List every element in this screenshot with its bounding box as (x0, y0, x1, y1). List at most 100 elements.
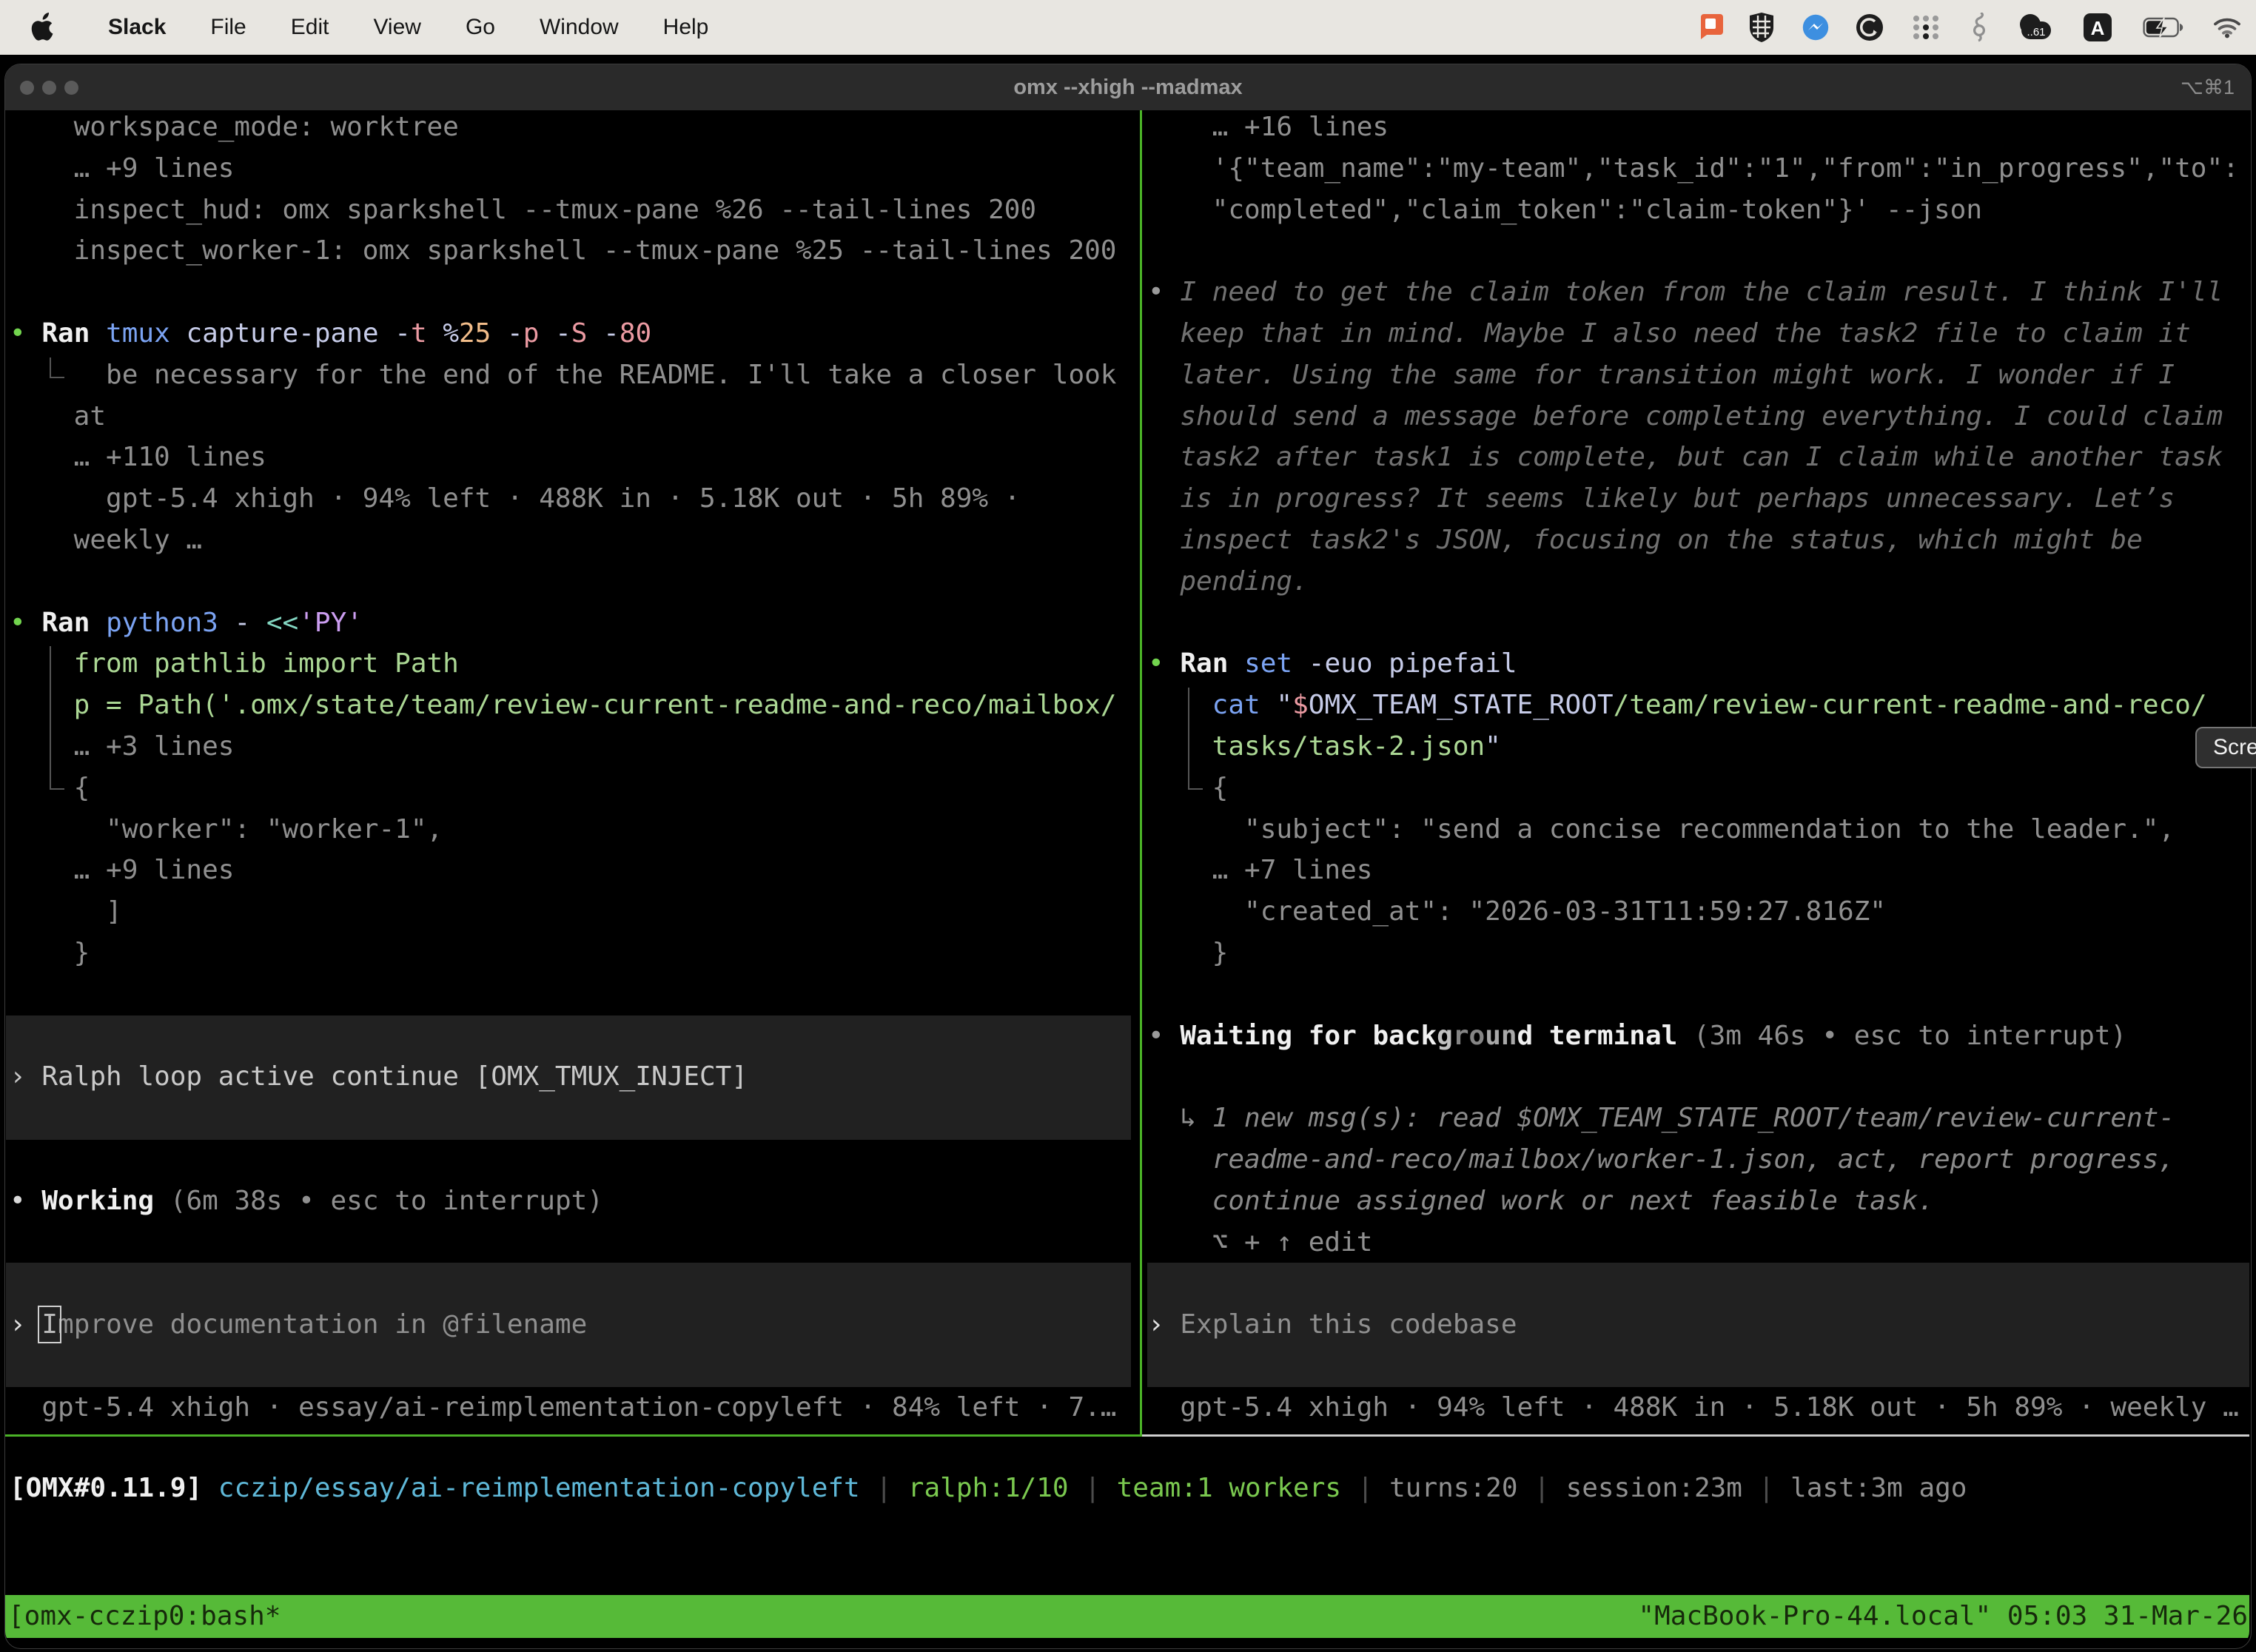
terminal-line: … +16 lines (1212, 110, 1389, 148)
window-title: omx --xhigh --madmax (5, 64, 2251, 110)
hud-segment-dim: | (1534, 1473, 1550, 1503)
tmux-pane-hud[interactable]: workspace_mode: worktree… +9 linesinspec… (5, 110, 1140, 1437)
terminal-line: • Waiting for background terminal (3m 46… (1148, 1015, 2126, 1057)
terminal-line: • Working (6m 38s • esc to interrupt) (10, 1181, 603, 1222)
grid-shield-icon[interactable] (1735, 13, 1788, 42)
terminal-segment-lavender: -euo pipefail (1309, 648, 1517, 679)
terminal-segment-fg: { (1212, 773, 1229, 803)
terminal-segment-dim_bullet: • (1148, 277, 1180, 307)
terminal-segment-fg (1292, 648, 1309, 679)
hud-segment-hudgreen: ralph:1/10 (908, 1473, 1069, 1503)
screen-share-pill[interactable]: Scre (2195, 727, 2256, 768)
hud-segment-fg (1774, 1473, 1790, 1503)
terminal-segment-think: task2 after task1 is complete, but can I… (1180, 442, 2223, 472)
messenger-badge-icon[interactable] (1788, 13, 1843, 41)
window-shortcut-hint: ⌥⌘1 (2181, 64, 2235, 110)
cloud-usage-icon[interactable]: ..61 (2003, 13, 2067, 42)
hud-segment-dim: | (876, 1473, 892, 1503)
terminal-line: continue assigned work or next feasible … (1212, 1181, 1934, 1222)
terminal-line: • Ran set -euo pipefail (1148, 643, 1517, 685)
menu-app-name[interactable]: Slack (55, 15, 188, 40)
terminal-line: weekly … (74, 520, 202, 561)
menu-item-view[interactable]: View (351, 15, 443, 40)
terminal-line: is in progress? It seems likely but perh… (1180, 478, 2175, 520)
menu-item-edit[interactable]: Edit (269, 15, 352, 40)
terminal-line: • Ran python3 - <<'PY' (10, 602, 363, 644)
terminal-line: be necessary for the end of the README. … (106, 355, 1116, 396)
menu-item-window[interactable]: Window (517, 15, 641, 40)
terminal-segment-fg: … +9 lines (74, 855, 235, 885)
inactive-pane-border (1142, 1434, 2249, 1437)
wifi-icon[interactable] (2198, 16, 2256, 38)
terminal-segment-fg (90, 608, 106, 638)
terminal-segment-fg: weekly … (74, 525, 202, 555)
terminal-line: "worker": "worker-1", (106, 809, 443, 850)
screen-recording-icon[interactable] (1686, 14, 1735, 41)
terminal-line: { (74, 768, 90, 809)
terminal-segment-bold_white: Working (41, 1186, 154, 1216)
hud-segment-fg (1550, 1473, 1566, 1503)
tmux-pane-worker[interactable]: … +16 lines '{"team_name":"my-team","task… (1142, 110, 2249, 1437)
terminal-segment-inputtext: Explain this codebase (1180, 1309, 1517, 1340)
terminal-line: } (74, 933, 90, 974)
terminal-segment-pink: $ (1292, 690, 1309, 720)
hud-segment-fg (1069, 1473, 1085, 1503)
terminal-line: inspect task2's JSON, focusing on the st… (1180, 520, 2142, 561)
window-title-bar[interactable]: omx --xhigh --madmax ⌥⌘1 (5, 64, 2251, 110)
figure-icon[interactable] (1955, 13, 2003, 42)
terminal-line: later. Using the same for transition mig… (1180, 355, 2175, 396)
terminal-line: pending. (1180, 561, 1308, 602)
hud-segment-fg (860, 1473, 876, 1503)
terminal-segment-fg: } (1212, 938, 1229, 968)
hud-segment-bold_white: [OMX#0.11.9] (10, 1473, 202, 1503)
terminal-segment-bold_white: Ran (41, 608, 90, 638)
terminal-line: ] (106, 891, 122, 933)
terminal-segment-green: tasks/task-2.json (1212, 731, 1485, 762)
terminal-segment-lavender: % (443, 318, 459, 349)
terminal-line: task2 after task1 is complete, but can I… (1180, 437, 2223, 478)
terminal-line: gpt-5.4 xhigh · 94% left · 488K in · 5.1… (106, 478, 1020, 520)
hud-segment-fg (1373, 1473, 1389, 1503)
terminal-segment-think: pending. (1180, 566, 1308, 597)
terminal-window: omx --xhigh --madmax ⌥⌘1 workspace_mode:… (4, 64, 2252, 1649)
terminal-segment-white_bullet: • (10, 1186, 41, 1216)
menu-item-go[interactable]: Go (443, 15, 517, 40)
terminal-segment-fg (427, 318, 443, 349)
cloud-badge-label: ..61 (2027, 26, 2045, 38)
shutter-icon[interactable] (1843, 13, 1896, 41)
keyboard-layout-icon[interactable]: A (2067, 12, 2129, 43)
terminal-segment-shim1: g (1437, 1021, 1453, 1051)
hud-segment-hudgreen: team:1 workers (1117, 1473, 1341, 1503)
terminal-segment-fg: ⌥ + ↑ edit (1212, 1227, 1373, 1258)
pane-divider[interactable] (1140, 110, 1142, 1437)
terminal-segment-green: /team/review-current-readme-and-reco/ (1614, 690, 2207, 720)
battery-icon[interactable] (2129, 17, 2198, 38)
menu-item-file[interactable]: File (188, 15, 268, 40)
menu-item-help[interactable]: Help (641, 15, 731, 40)
terminal-line: … +9 lines (74, 148, 235, 189)
hud-segment-fg (202, 1473, 218, 1503)
terminal-segment-think: inspect task2's JSON, focusing on the st… (1180, 525, 2142, 555)
terminal-segment-bold_white: Ran (1180, 648, 1228, 679)
terminal-line: › Explain this codebase (1148, 1304, 1517, 1346)
terminal-line: { (1212, 768, 1229, 809)
hud-segment-fg (1101, 1473, 1117, 1503)
terminal-segment-fg (250, 608, 266, 638)
terminal-segment-msg: continue assigned work or next feasible … (1212, 1186, 1934, 1216)
terminal-segment-fg: … +16 lines (1212, 112, 1389, 142)
terminal-segment-fg (90, 318, 106, 349)
omx-status-line: [OMX#0.11.9] cczip/essay/ai-reimplementa… (10, 1468, 1967, 1509)
terminal-segment-fg: inspect_hud: omx sparkshell --tmux-pane … (74, 195, 1036, 225)
terminal-segment-fg: at (74, 401, 106, 432)
apple-menu-icon[interactable] (30, 13, 55, 42)
hud-segment-fg: session:23m (1566, 1473, 1742, 1503)
terminal-segment-lavender: - (234, 608, 250, 638)
terminal-segment-fg: … +7 lines (1212, 855, 1373, 885)
terminal-segment-msg: readme-and-reco/mailbox/worker-1.json, a… (1212, 1144, 2175, 1175)
terminal-line: '{"team_name":"my-team","task_id":"1","f… (1212, 148, 2239, 189)
desktop-screen: Slack File Edit View Go Window Help (0, 0, 2256, 1652)
dots-grid-icon[interactable] (1896, 13, 1955, 41)
terminal-line: … +110 lines (74, 437, 266, 478)
terminal-segment-shim2: ro (1453, 1021, 1485, 1051)
terminal-segment-fg (154, 1186, 170, 1216)
